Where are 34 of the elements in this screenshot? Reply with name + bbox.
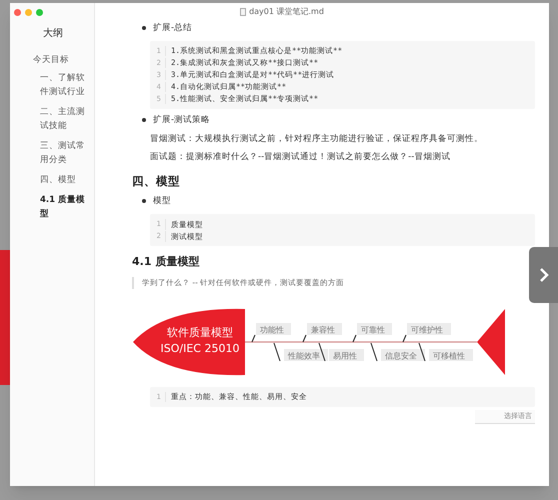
quality-label: 功能性 [252,322,291,342]
outline-item[interactable]: 一、了解软件测试行业 [40,71,88,99]
quality-label: 兼容性 [302,322,342,342]
quality-label: 性能效率 [274,342,328,362]
outline-item[interactable]: 今天目标 [33,53,88,67]
diagram-title: 软件质量模型 [167,326,233,339]
bullet-text: 模型 [153,194,171,208]
diagram-title: ISO/IEC 25010 [160,342,240,355]
bullet-icon [142,26,146,30]
quality-label: 可维护性 [402,322,451,342]
minimize-window-icon[interactable] [25,9,32,16]
file-icon [240,8,246,16]
window-title: day01 课堂笔记.md [249,6,324,18]
outline-item[interactable]: 4.1 质量模型 [40,193,88,221]
section-heading: 4.1 质量模型 [132,254,200,270]
close-window-icon[interactable] [14,9,21,16]
paragraph: 面试题：提测标准时什么？--冒烟测试通过！测试之前要怎么做？--冒烟测试 [150,151,452,163]
next-page-button[interactable] [529,247,558,303]
chevron-right-icon [539,267,549,283]
bullet-text: 扩展-测试策略 [153,114,210,126]
bullet-text: 扩展-总结 [153,22,192,34]
maximize-window-icon[interactable] [36,9,43,16]
quality-label: 可移植性 [418,342,473,362]
paragraph: 冒烟测试：大规模执行测试之前，针对程序主功能进行验证，保证程序具备可测性。 [150,133,484,145]
bullet-icon [142,199,146,204]
quality-label: 信息安全 [370,342,425,362]
quality-label: 可靠性 [352,322,392,342]
outline-title: 大纲 [43,26,64,41]
outline-item[interactable]: 三、测试常用分类 [40,139,88,167]
section-heading: 四、模型 [132,173,181,190]
outline-item[interactable]: 二、主流测试技能 [40,105,88,133]
quality-label: 易用性 [318,342,364,362]
bullet-icon [142,118,146,122]
outline-item[interactable]: 四、模型 [40,173,88,187]
